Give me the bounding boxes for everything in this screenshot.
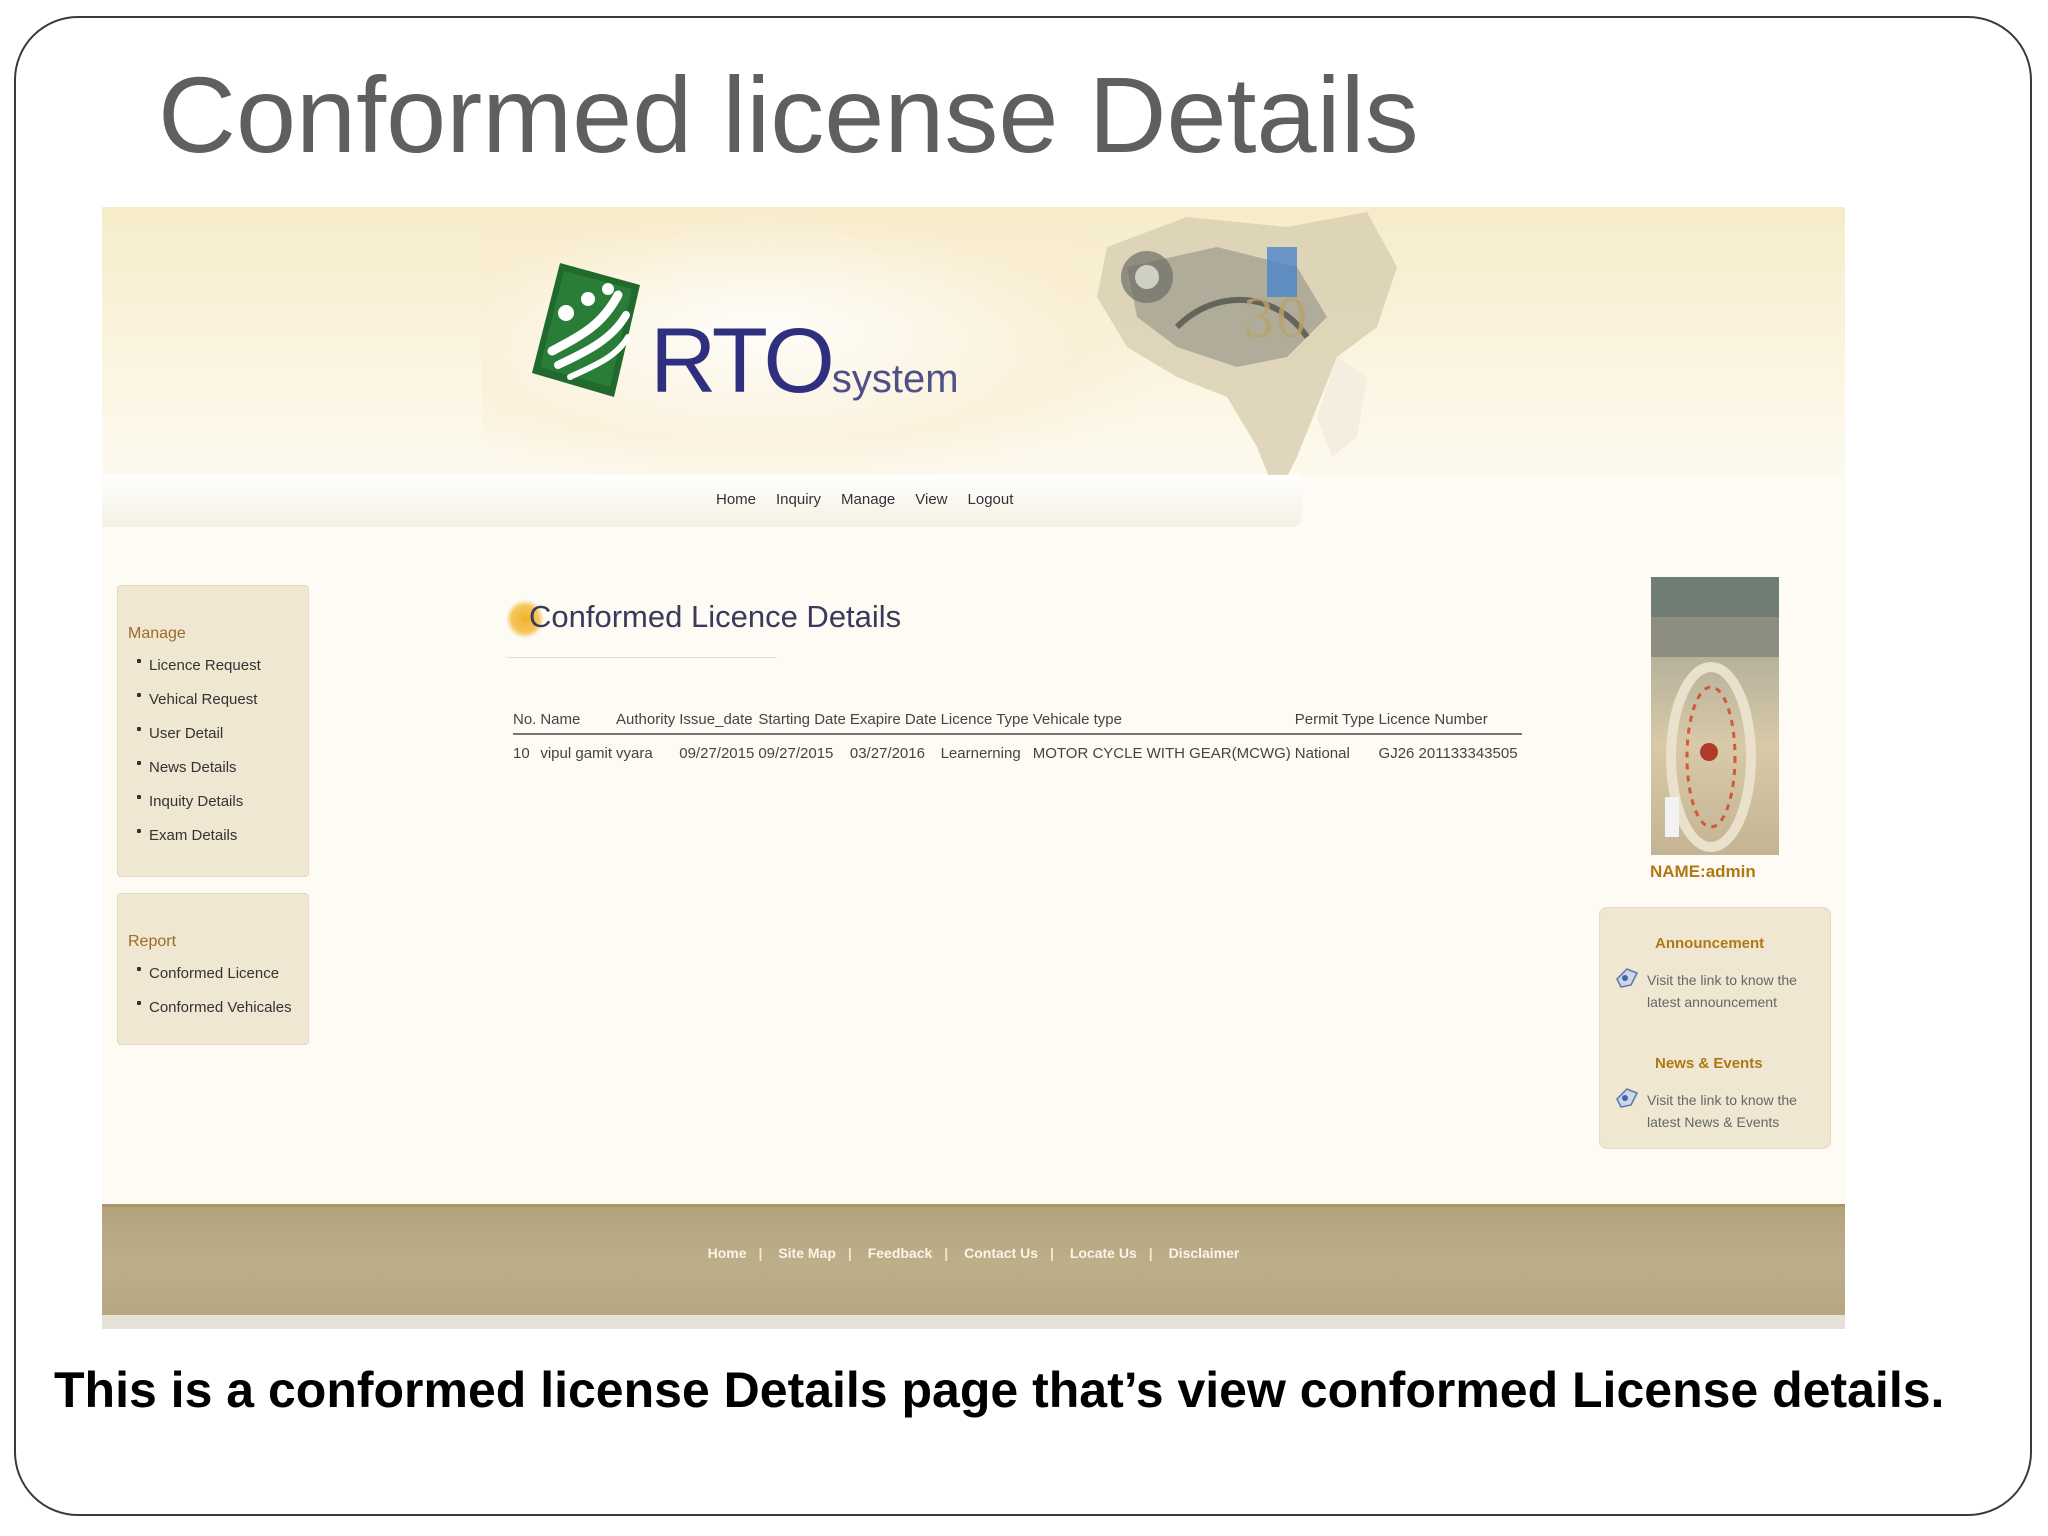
cell-name: vipul gamit — [540, 745, 613, 762]
cell-issue-date: 09/27/2015 — [679, 745, 755, 762]
nav-manage[interactable]: Manage — [841, 491, 895, 508]
user-name-label: NAME:admin — [1650, 862, 1756, 881]
col-exapire-date: Exapire Date — [849, 707, 941, 735]
cell-exapire-date: 03/27/2016 — [849, 745, 925, 762]
app-screenshot: 30 RTOsystem Home Inquiry Manage View Lo… — [102, 207, 1845, 1329]
menu-exam-details[interactable]: Exam Details — [137, 827, 261, 861]
col-authority: Authority — [616, 707, 680, 735]
col-name: Name — [540, 707, 617, 735]
manage-menu-box: Manage Licence Request Vehical Request U… — [117, 585, 309, 877]
map-collage-image: 30 — [1097, 212, 1397, 497]
menu-conformed-vehicales[interactable]: Conformed Vehicales — [137, 999, 292, 1033]
header-banner: 30 RTOsystem — [102, 207, 1845, 497]
nav-view[interactable]: View — [915, 491, 947, 508]
table-header-row: No. Name Authority Issue_date Starting D… — [513, 707, 1522, 735]
menu-licence-request[interactable]: Licence Request — [137, 657, 261, 691]
slide-title: Conformed license Details — [158, 54, 1419, 175]
menu-conformed-licence[interactable]: Conformed Licence — [137, 965, 292, 999]
menu-user-detail[interactable]: User Detail — [137, 725, 261, 759]
news-link-icon[interactable] — [1613, 1083, 1641, 1111]
top-navbar: Home Inquiry Manage View Logout — [102, 475, 1302, 527]
footer-bar: Home | Site Map | Feedback | Contact Us | Lo… — [102, 1204, 1845, 1320]
footer-links: Home | Site Map | Feedback | Contact Us | Lo… — [707, 1245, 1240, 1261]
menu-inquity-details[interactable]: Inquity Details — [137, 793, 261, 827]
footer-disclaimer[interactable]: Disclaimer — [1169, 1245, 1240, 1261]
content-header: Conformed Licence Details — [507, 587, 901, 658]
nav-logout[interactable]: Logout — [968, 491, 1014, 508]
announcement-link-icon[interactable] — [1613, 963, 1641, 991]
nav-inquiry[interactable]: Inquiry — [776, 491, 821, 508]
rto-logo-icon — [532, 263, 640, 397]
footer-contact-us[interactable]: Contact Us — [964, 1245, 1038, 1261]
col-issue-date: Issue_date — [679, 707, 759, 735]
cell-vehicale-type: MOTOR CYCLE WITH GEAR(MCWG) — [1032, 745, 1291, 762]
report-menu-box: Report Conformed Licence Conformed Vehic… — [117, 893, 309, 1045]
cell-licence-number: GJ26 201133343505 — [1378, 745, 1518, 762]
col-no: No. — [513, 707, 541, 735]
col-starting-date: Starting Date — [758, 707, 850, 735]
col-licence-number: Licence Number — [1378, 707, 1522, 735]
footer-feedback[interactable]: Feedback — [868, 1245, 933, 1261]
menu-news-details[interactable]: News Details — [137, 759, 261, 793]
cell-permit-type: National — [1294, 745, 1350, 762]
driving-track-photo — [1651, 577, 1779, 855]
news-events-title[interactable]: News & Events — [1655, 1055, 1763, 1072]
col-vehicale-type: Vehicale type — [1032, 707, 1295, 735]
cell-starting-date: 09/27/2015 — [758, 745, 834, 762]
report-menu-title: Report — [128, 933, 177, 950]
footer-home[interactable]: Home — [708, 1245, 747, 1261]
cell-licence-type: Learnerning — [940, 745, 1021, 762]
logo-text: RTOsystem — [650, 310, 959, 412]
menu-vehical-request[interactable]: Vehical Request — [137, 691, 261, 725]
announcement-title[interactable]: Announcement — [1655, 935, 1764, 952]
nav-home[interactable]: Home — [716, 491, 756, 508]
slide-caption: This is a conformed license Details page… — [54, 1362, 1945, 1418]
cell-authority: vyara — [616, 745, 653, 762]
footer-site-map[interactable]: Site Map — [778, 1245, 836, 1261]
announcement-box: Announcement Visit the link to know the … — [1599, 907, 1831, 1149]
svg-text:30: 30 — [1242, 290, 1308, 350]
col-licence-type: Licence Type — [940, 707, 1033, 735]
content-title: Conformed Licence Details — [529, 599, 902, 634]
manage-menu-title: Manage — [128, 625, 186, 642]
news-events-text: Visit the link to know the latest News &… — [1647, 1092, 1797, 1130]
announcement-text: Visit the link to know the latest announ… — [1647, 972, 1797, 1010]
footer-locate-us[interactable]: Locate Us — [1070, 1245, 1137, 1261]
table-row: 10 vipul gamit vyara 09/27/2015 09/27/20… — [513, 734, 1522, 762]
cell-no: 10 — [513, 745, 530, 762]
licence-table: No. Name Authority Issue_date Starting D… — [513, 707, 1522, 762]
col-permit-type: Permit Type — [1294, 707, 1379, 735]
